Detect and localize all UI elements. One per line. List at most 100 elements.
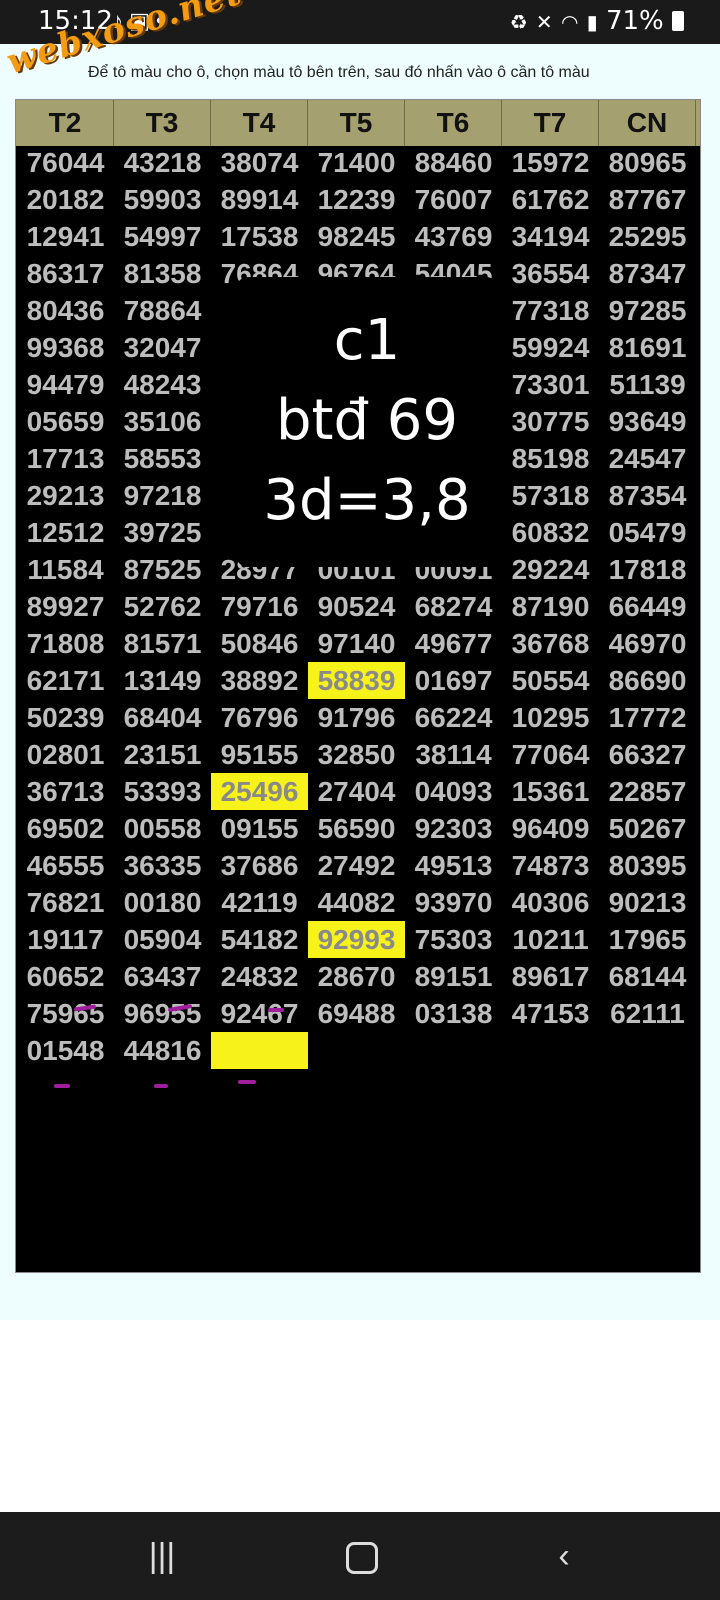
grid-cell[interactable]: 92303 [405, 810, 502, 847]
grid-cell[interactable]: 09155 [211, 810, 308, 847]
grid-cell[interactable]: 15361 [502, 773, 599, 810]
grid-cell[interactable]: 38074 [211, 144, 308, 181]
grid-cell[interactable]: 93649 [599, 403, 696, 440]
grid-cell[interactable]: 11584 [17, 551, 114, 588]
grid-cell[interactable]: 36554 [502, 255, 599, 292]
grid-cell[interactable]: 56590 [308, 810, 405, 847]
grid-cell[interactable]: 50267 [599, 810, 696, 847]
grid-cell[interactable]: 89617 [502, 958, 599, 995]
grid-cell[interactable]: 50239 [17, 699, 114, 736]
grid-cell[interactable]: 12239 [308, 181, 405, 218]
home-icon[interactable] [332, 1532, 392, 1580]
grid-cell[interactable]: 96409 [502, 810, 599, 847]
grid-cell[interactable] [502, 1032, 599, 1069]
grid-cell[interactable]: 77318 [502, 292, 599, 329]
grid-cell[interactable]: 66327 [599, 736, 696, 773]
grid-cell[interactable]: 43218 [114, 144, 211, 181]
grid-cell[interactable]: 81358 [114, 255, 211, 292]
grid-cell[interactable]: 71808 [17, 625, 114, 662]
grid-cell[interactable]: 51139 [599, 366, 696, 403]
grid-cell[interactable]: 77064 [502, 736, 599, 773]
grid-cell[interactable]: 86690 [599, 662, 696, 699]
grid-cell[interactable]: 29213 [17, 477, 114, 514]
grid-cell[interactable]: 24832 [211, 958, 308, 995]
grid-cell[interactable]: 17965 [599, 921, 696, 958]
grid-cell[interactable]: 17818 [599, 551, 696, 588]
grid-cell[interactable]: 25295 [599, 218, 696, 255]
grid-cell[interactable]: 97140 [308, 625, 405, 662]
grid-cell[interactable]: 58553 [114, 440, 211, 477]
grid-cell[interactable]: 66224 [405, 699, 502, 736]
grid-cell[interactable]: 02801 [17, 736, 114, 773]
grid-cell[interactable]: 40306 [502, 884, 599, 921]
grid-cell[interactable]: 87354 [599, 477, 696, 514]
grid-cell[interactable]: 71400 [308, 144, 405, 181]
grid-cell[interactable]: 99368 [17, 329, 114, 366]
grid-cell[interactable]: 87190 [502, 588, 599, 625]
back-icon[interactable]: ‹ [534, 1532, 594, 1580]
grid-cell[interactable]: 58839 [308, 662, 405, 699]
grid-cell[interactable]: 46555 [17, 847, 114, 884]
grid-cell[interactable]: 80436 [17, 292, 114, 329]
grid-cell[interactable]: 39725 [114, 514, 211, 551]
grid-cell[interactable]: 90524 [308, 588, 405, 625]
grid-cell[interactable]: 36335 [114, 847, 211, 884]
grid-cell[interactable]: 23151 [114, 736, 211, 773]
grid-cell[interactable]: 54182 [211, 921, 308, 958]
recent-apps-icon[interactable]: ||| [132, 1532, 192, 1580]
grid-cell[interactable]: 76007 [405, 181, 502, 218]
grid-cell[interactable]: 48243 [114, 366, 211, 403]
grid-cell[interactable] [308, 1032, 405, 1069]
grid-cell[interactable]: 62171 [17, 662, 114, 699]
grid-cell[interactable]: 52762 [114, 588, 211, 625]
grid-cell[interactable]: 78864 [114, 292, 211, 329]
grid-cell[interactable]: 81571 [114, 625, 211, 662]
grid-cell[interactable]: 24547 [599, 440, 696, 477]
grid-cell[interactable]: 20182 [17, 181, 114, 218]
grid-cell[interactable]: 17713 [17, 440, 114, 477]
grid-cell[interactable]: 89151 [405, 958, 502, 995]
grid-cell[interactable]: 42119 [211, 884, 308, 921]
grid-cell[interactable]: 89914 [211, 181, 308, 218]
grid-cell[interactable]: 00558 [114, 810, 211, 847]
grid-cell[interactable]: 50554 [502, 662, 599, 699]
grid-cell[interactable]: 95155 [211, 736, 308, 773]
grid-cell[interactable]: 96955 [114, 995, 211, 1032]
grid-cell[interactable]: 73301 [502, 366, 599, 403]
grid-cell[interactable]: 75303 [405, 921, 502, 958]
grid-cell[interactable]: 97285 [599, 292, 696, 329]
grid-cell[interactable]: 15972 [502, 144, 599, 181]
grid-cell[interactable]: 98245 [308, 218, 405, 255]
grid-cell[interactable]: 93970 [405, 884, 502, 921]
grid-cell[interactable]: 38114 [405, 736, 502, 773]
grid-cell[interactable]: 53393 [114, 773, 211, 810]
grid-cell[interactable]: 92467 [211, 995, 308, 1032]
grid-cell[interactable]: 81691 [599, 329, 696, 366]
grid-cell[interactable]: 69502 [17, 810, 114, 847]
grid-cell[interactable]: 87347 [599, 255, 696, 292]
grid-cell[interactable]: 94479 [17, 366, 114, 403]
grid-cell[interactable]: 89927 [17, 588, 114, 625]
grid-cell[interactable]: 32047 [114, 329, 211, 366]
grid-cell[interactable]: 59903 [114, 181, 211, 218]
grid-cell[interactable]: 27492 [308, 847, 405, 884]
grid-cell[interactable]: 79716 [211, 588, 308, 625]
grid-cell[interactable]: 00180 [114, 884, 211, 921]
grid-cell[interactable]: 66449 [599, 588, 696, 625]
grid-cell[interactable]: 92993 [308, 921, 405, 958]
grid-cell[interactable]: 76044 [17, 144, 114, 181]
grid-cell[interactable]: 74873 [502, 847, 599, 884]
grid-cell[interactable]: 13149 [114, 662, 211, 699]
grid-cell[interactable]: 05904 [114, 921, 211, 958]
grid-cell[interactable]: 12512 [17, 514, 114, 551]
grid-cell[interactable]: 32850 [308, 736, 405, 773]
grid-cell[interactable]: 63437 [114, 958, 211, 995]
grid-cell[interactable]: 37686 [211, 847, 308, 884]
grid-cell[interactable]: 17538 [211, 218, 308, 255]
grid-cell[interactable]: 36713 [17, 773, 114, 810]
grid-cell[interactable]: 80965 [599, 144, 696, 181]
grid-cell[interactable]: 85198 [502, 440, 599, 477]
grid-cell[interactable]: 87525 [114, 551, 211, 588]
grid-cell[interactable]: 49513 [405, 847, 502, 884]
grid-cell[interactable]: 30775 [502, 403, 599, 440]
